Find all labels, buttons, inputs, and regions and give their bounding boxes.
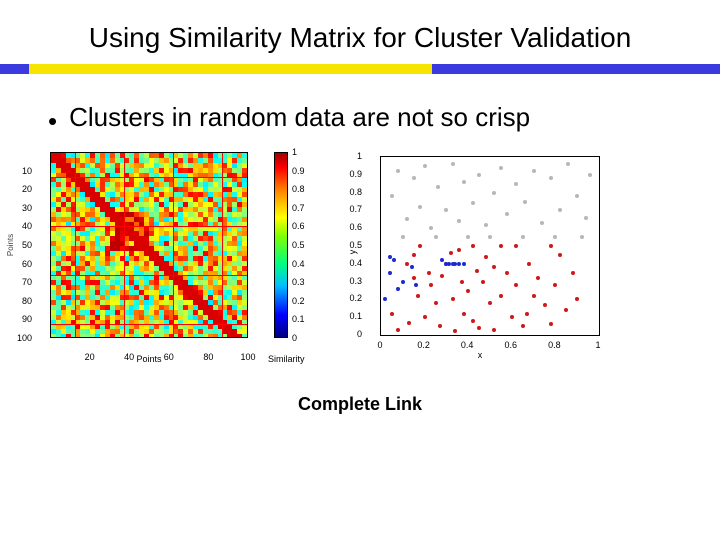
heatmap-x-label: Points (136, 354, 161, 364)
scatter-figure: 00.10.20.30.40.50.60.70.80.91 00.20.40.6… (354, 152, 606, 352)
scatter-y-label: y (347, 250, 357, 255)
colorbar-gradient (274, 152, 288, 338)
colorbar: 00.10.20.30.40.50.60.70.80.91 Similarity (274, 152, 288, 338)
heatmap-y-label: Points (6, 234, 15, 256)
slide-title: Using Similarity Matrix for Cluster Vali… (0, 0, 720, 64)
divider-band (0, 64, 720, 74)
scatter-x-label: x (478, 350, 483, 360)
bullet-item: • Clusters in random data are not so cri… (48, 102, 680, 134)
heatmap-plot-area (50, 152, 248, 338)
bullet-text: Clusters in random data are not so crisp (69, 102, 530, 133)
figure-caption: Complete Link (0, 352, 720, 415)
colorbar-label: Similarity (268, 354, 305, 364)
bullet-dot-icon: • (48, 108, 57, 134)
bullet-list: • Clusters in random data are not so cri… (0, 74, 720, 144)
figures-row: 102030405060708090100 20406080100 Points… (0, 144, 720, 352)
heatmap-figure: 102030405060708090100 20406080100 Points… (50, 152, 288, 338)
scatter-plot-area (380, 156, 600, 336)
